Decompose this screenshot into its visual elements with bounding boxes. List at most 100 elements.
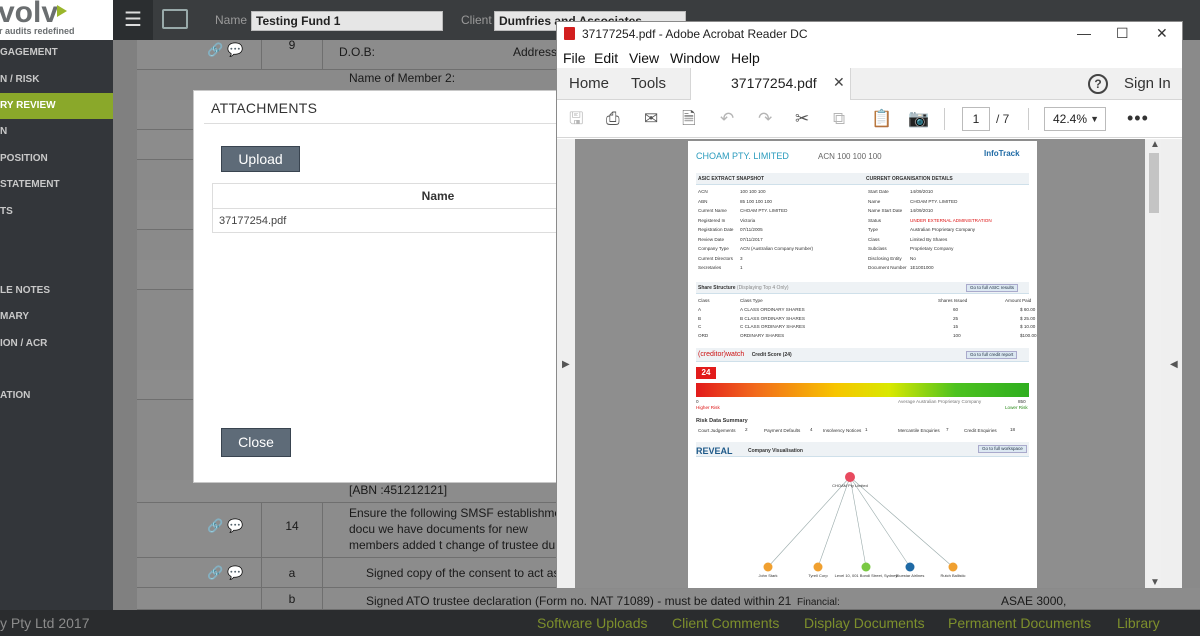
graph-node-center-label: CHOAM Pty Limited xyxy=(832,483,868,488)
tab-home[interactable]: Home xyxy=(569,75,609,92)
footer-link-software-uploads[interactable]: Software Uploads xyxy=(537,615,648,631)
attachment-file-link[interactable]: 37177254.pdf xyxy=(219,215,286,227)
attach-icon[interactable]: 🔗 xyxy=(207,518,223,534)
gauge-low: Higher Risk xyxy=(696,405,720,410)
left-panel-toggle[interactable]: ▶ xyxy=(557,139,575,588)
comment-icon[interactable]: 💬 xyxy=(227,42,243,58)
pdf-text: ORD xyxy=(698,332,709,338)
sidebar-item-statement[interactable]: STATEMENT xyxy=(0,172,113,198)
sidebar-item-notes[interactable]: LE NOTES xyxy=(0,278,113,304)
pdf-text: ACN (Australian Company Number) xyxy=(740,246,814,251)
table-row: b Signed ATO trustee declaration (Form n… xyxy=(137,588,1200,610)
pdf-text: Review Date xyxy=(698,236,725,242)
pdf-text: 15 xyxy=(953,324,959,329)
sidebar: GAGEMENT N / RISK RY REVIEW N POSITION S… xyxy=(0,40,113,610)
toolbar-separator xyxy=(1028,108,1029,130)
sidebar-item-ts[interactable]: TS xyxy=(0,199,113,225)
vertical-scrollbar[interactable]: ▲ ▼ xyxy=(1147,139,1161,588)
pdf-text: 85 100 100 100 xyxy=(740,198,772,204)
attachments-table: Name 37177254.pdf xyxy=(212,183,564,233)
scroll-down-icon[interactable]: ▼ xyxy=(1150,577,1160,588)
footer-link-permanent-documents[interactable]: Permanent Documents xyxy=(948,615,1091,631)
name-label: Name xyxy=(215,13,248,27)
footer-link-display-documents[interactable]: Display Documents xyxy=(804,615,925,631)
pdf-page: CHOAM PTY. LIMITED ACN 100 100 100 InfoT… xyxy=(688,141,1037,588)
sidebar-item-risk[interactable]: N / RISK xyxy=(0,67,113,93)
menu-help[interactable]: Help xyxy=(731,50,760,66)
pdf-text: 14/09/2010 xyxy=(910,208,933,213)
page-number-input[interactable]: 1 xyxy=(962,107,990,131)
menu-file[interactable]: File xyxy=(563,50,586,66)
chevron-down-icon: ▼ xyxy=(1090,114,1099,124)
sidebar-item-engagement[interactable]: GAGEMENT xyxy=(0,40,113,66)
credit-report-button[interactable]: Go to full credit report xyxy=(966,351,1018,359)
clipboard-icon[interactable]: 📋 xyxy=(871,109,892,129)
pdf-text: No xyxy=(910,255,916,261)
sidebar-item-review[interactable]: RY REVIEW xyxy=(0,93,113,119)
abn-text: [ABN :451212121] xyxy=(349,483,448,497)
upload-button[interactable]: Upload xyxy=(221,146,300,172)
client-label: Client xyxy=(461,13,492,27)
table-row: [ABN :451212121] xyxy=(137,480,557,503)
zoom-select[interactable]: 42.4% ▼ xyxy=(1044,107,1106,131)
pdf-text: 07/11/2017 xyxy=(740,236,763,242)
tab-close-icon[interactable]: ✕ xyxy=(833,74,845,91)
comment-icon[interactable]: 💬 xyxy=(227,518,243,534)
sidebar-item-acr[interactable]: ION / ACR xyxy=(0,331,113,357)
close-icon[interactable]: ✕ xyxy=(1156,25,1168,42)
more-options-icon[interactable]: ••• xyxy=(1127,108,1149,129)
risk-title: Risk Data Summary xyxy=(696,418,748,424)
tab-tools[interactable]: Tools xyxy=(631,75,666,92)
tab-document[interactable]: 37177254.pdf ✕ xyxy=(690,68,851,101)
acrobat-window: 37177254.pdf - Adobe Acrobat Reader DC —… xyxy=(556,21,1183,589)
attach-icon[interactable]: 🔗 xyxy=(207,565,223,581)
save-icon[interactable]: 🖫 xyxy=(569,109,583,129)
print-icon[interactable]: ⎙ xyxy=(606,109,620,129)
chevron-left-icon[interactable]: ◀ xyxy=(1170,359,1178,370)
menu-view[interactable]: View xyxy=(629,50,659,66)
name-field[interactable]: Testing Fund 1 xyxy=(251,11,443,31)
sidebar-item-n[interactable]: N xyxy=(0,119,113,145)
scrollbar-thumb[interactable] xyxy=(1149,153,1159,213)
snapshot-icon[interactable]: 📷 xyxy=(908,109,929,129)
maximize-icon[interactable]: ☐ xyxy=(1116,25,1129,42)
menu-edit[interactable]: Edit xyxy=(594,50,618,66)
sidebar-item-summary[interactable]: MARY xyxy=(0,304,113,330)
asic-results-button[interactable]: Go to full ASIC results xyxy=(966,284,1019,292)
pdf-text: 14/09/2010 xyxy=(910,189,933,194)
scissors-icon[interactable]: ✂ xyxy=(795,109,809,129)
sidebar-item-ation[interactable]: ATION xyxy=(0,383,113,409)
pdf-text: 7 xyxy=(946,427,949,432)
minimize-icon[interactable]: — xyxy=(1077,25,1091,41)
email-icon[interactable]: ✉ xyxy=(644,109,658,129)
hamburger-menu-icon[interactable]: ☰ xyxy=(113,0,153,40)
comment-icon[interactable]: 💬 xyxy=(227,565,243,581)
help-icon[interactable]: ? xyxy=(1088,74,1108,94)
company-name: CHOAM PTY. LIMITED xyxy=(696,151,789,161)
attach-icon[interactable]: 🔗 xyxy=(207,42,223,58)
menu-window[interactable]: Window xyxy=(670,50,720,66)
pdf-text: 100 xyxy=(953,332,961,338)
pdf-text: 2 xyxy=(745,427,748,432)
pdf-text: 1E1001000 xyxy=(910,265,934,270)
pdf-text: Disclosing Entity xyxy=(868,255,902,261)
footer-link-client-comments[interactable]: Client Comments xyxy=(672,615,779,631)
file-check-icon[interactable]: 🗎 xyxy=(682,109,696,129)
workspace-button[interactable]: Go to full workspace xyxy=(978,445,1027,453)
attachments-modal: ATTACHMENTS Upload Name 37177254.pdf Clo… xyxy=(193,90,564,483)
undo-icon[interactable]: ↶ xyxy=(720,109,734,129)
graph-node xyxy=(948,562,958,572)
pdf-text: 1 xyxy=(740,265,743,270)
dashboard-icon[interactable] xyxy=(162,9,188,29)
zoom-value: 42.4% xyxy=(1053,112,1088,126)
pdf-text: 1 xyxy=(865,427,868,432)
sign-in-button[interactable]: Sign In xyxy=(1124,75,1171,92)
compare-icon[interactable]: ⧉ xyxy=(833,109,845,129)
pdf-text: Amount Paid xyxy=(1005,298,1032,303)
close-button[interactable]: Close xyxy=(221,428,291,457)
scroll-up-icon[interactable]: ▲ xyxy=(1150,139,1160,150)
row-number: a xyxy=(261,558,323,587)
sidebar-item-position[interactable]: POSITION xyxy=(0,146,113,172)
footer-link-library[interactable]: Library xyxy=(1117,615,1160,631)
redo-icon[interactable]: ↷ xyxy=(758,109,772,129)
